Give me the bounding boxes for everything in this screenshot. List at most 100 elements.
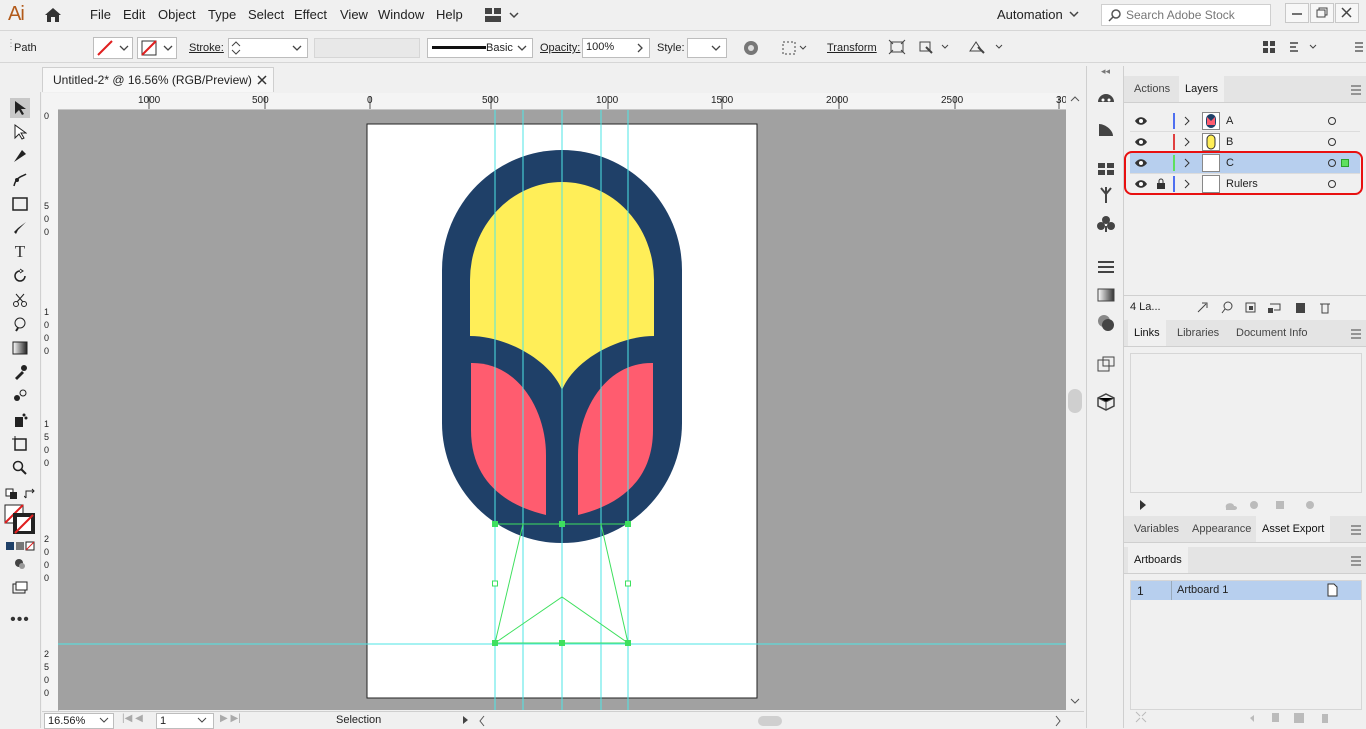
tab-artboards[interactable]: Artboards <box>1128 547 1188 573</box>
screen-mode-icon[interactable] <box>10 578 30 598</box>
last-artboard-icon[interactable]: ▶ ▶| <box>220 713 241 724</box>
warp-tool[interactable] <box>10 314 30 334</box>
variable-width-profile[interactable] <box>314 38 420 58</box>
rectangle-tool[interactable] <box>10 194 30 214</box>
horizontal-scrollbar[interactable] <box>478 715 1062 727</box>
layer-row-b[interactable]: B <box>1130 132 1360 153</box>
status-menu-icon[interactable] <box>462 715 470 725</box>
graphic-style-swatch[interactable] <box>687 38 727 58</box>
tab-libraries[interactable]: Libraries <box>1171 320 1225 346</box>
menu-view[interactable]: View <box>340 7 368 22</box>
edit-toolbar-icon[interactable]: ••• <box>10 610 30 630</box>
shape-builder-icon[interactable] <box>888 39 906 55</box>
fill-swatch[interactable] <box>93 37 133 59</box>
puppet-warp-icon[interactable] <box>968 39 1006 55</box>
swap-fill-stroke-icon[interactable] <box>23 488 38 500</box>
workspace-switcher[interactable]: Automation <box>997 7 1063 22</box>
chevron-down-icon[interactable] <box>291 43 303 53</box>
scissors-tool[interactable] <box>10 290 30 310</box>
tab-actions[interactable]: Actions <box>1128 76 1176 102</box>
tab-layers[interactable]: Layers <box>1179 76 1225 102</box>
eyedropper-tool[interactable] <box>10 362 30 382</box>
menu-select[interactable]: Select <box>248 7 284 22</box>
layer-actions-icons[interactable] <box>1196 300 1336 314</box>
layer-name[interactable]: A <box>1226 115 1233 127</box>
chevron-right-icon[interactable] <box>635 42 645 54</box>
expand-chevron-icon[interactable] <box>1183 116 1191 126</box>
panel-menu-icon[interactable] <box>1353 40 1365 56</box>
gradient-tool[interactable] <box>10 338 30 358</box>
align-icon[interactable] <box>782 40 808 56</box>
recolor-artwork-icon[interactable] <box>743 40 759 56</box>
zoom-tool[interactable] <box>10 458 30 478</box>
collapse-arrows-icon[interactable]: ◂◂ <box>1101 66 1110 77</box>
artboard-nav-field[interactable]: 1 <box>156 713 214 729</box>
pen-tool[interactable] <box>10 146 30 166</box>
selection-tool[interactable] <box>10 98 30 118</box>
stroke-weight-field[interactable] <box>228 38 308 58</box>
paintbrush-tool[interactable] <box>10 218 30 238</box>
brush-definition-dropdown[interactable]: Basic <box>427 38 533 58</box>
tab-appearance[interactable]: Appearance <box>1186 516 1257 542</box>
curvature-tool[interactable] <box>10 170 30 190</box>
type-tool[interactable]: T <box>10 242 30 262</box>
visibility-eye-icon[interactable] <box>1134 116 1148 126</box>
direct-selection-tool[interactable] <box>10 122 30 142</box>
stroke-panel-icon[interactable] <box>1097 260 1115 274</box>
gradient-panel-icon[interactable] <box>1097 288 1115 302</box>
menu-effect[interactable]: Effect <box>294 7 327 22</box>
canvas[interactable] <box>58 110 1066 710</box>
export-icon[interactable] <box>1097 356 1115 372</box>
tab-links[interactable]: Links <box>1128 320 1166 346</box>
panel-menu-icon[interactable] <box>1350 556 1362 566</box>
fill-stroke-swatches[interactable] <box>4 504 36 535</box>
target-icon[interactable] <box>1327 116 1337 126</box>
transparency-icon[interactable] <box>1097 314 1115 332</box>
tab-variables[interactable]: Variables <box>1128 516 1185 542</box>
artwork[interactable] <box>58 110 1066 710</box>
close-tab-icon[interactable] <box>257 75 267 85</box>
symbols-icon[interactable] <box>1097 215 1115 233</box>
artboard-options-icon[interactable] <box>1325 583 1339 597</box>
color-icon[interactable] <box>1097 121 1115 137</box>
transform-link[interactable]: Transform <box>827 42 877 54</box>
stroke-label[interactable]: Stroke: <box>189 42 224 54</box>
target-icon[interactable] <box>1327 137 1337 147</box>
restore-button[interactable] <box>1310 3 1334 23</box>
menu-file[interactable]: File <box>90 7 111 22</box>
panel-menu-icon[interactable] <box>1350 85 1362 95</box>
menu-object[interactable]: Object <box>158 7 196 22</box>
menu-edit[interactable]: Edit <box>123 7 145 22</box>
visibility-eye-icon[interactable] <box>1134 137 1148 147</box>
zoom-field[interactable]: 16.56% <box>44 713 114 729</box>
vertical-scrollbar[interactable] <box>1066 93 1084 711</box>
swatches-icon[interactable] <box>1097 162 1115 176</box>
artboard-row[interactable]: 1 Artboard 1 <box>1131 581 1361 600</box>
artboard-name[interactable]: Artboard 1 <box>1177 584 1228 596</box>
artboard-tool[interactable] <box>10 434 30 454</box>
symbol-sprayer-tool[interactable] <box>10 410 30 430</box>
opacity-field[interactable]: 100% <box>582 38 650 58</box>
menu-window[interactable]: Window <box>378 7 424 22</box>
arrange-panel-icon[interactable] <box>1262 40 1322 56</box>
arrange-documents-icon[interactable] <box>484 7 520 23</box>
chevron-down-icon[interactable] <box>1069 10 1079 18</box>
home-icon[interactable] <box>43 6 63 24</box>
tab-asset-export[interactable]: Asset Export <box>1256 516 1331 542</box>
brushes-icon[interactable] <box>1097 186 1115 204</box>
stroke-swatch[interactable] <box>137 37 177 59</box>
drawing-mode-icon[interactable] <box>10 554 30 574</box>
menu-type[interactable]: Type <box>208 7 236 22</box>
minimize-button[interactable] <box>1285 3 1309 23</box>
opacity-label[interactable]: Opacity: <box>540 42 580 54</box>
first-artboard-icon[interactable]: |◀ ◀ <box>122 713 143 724</box>
layer-row-a[interactable]: A <box>1130 111 1360 132</box>
blend-tool[interactable] <box>10 386 30 406</box>
color-mode-icons[interactable] <box>6 540 36 551</box>
isolate-group-icon[interactable] <box>918 39 952 55</box>
default-fill-stroke-icon[interactable] <box>5 488 19 500</box>
color-guide-icon[interactable] <box>1097 92 1115 106</box>
panel-menu-icon[interactable] <box>1350 329 1362 339</box>
rotate-tool[interactable] <box>10 266 30 286</box>
panel-menu-icon[interactable] <box>1350 525 1362 535</box>
